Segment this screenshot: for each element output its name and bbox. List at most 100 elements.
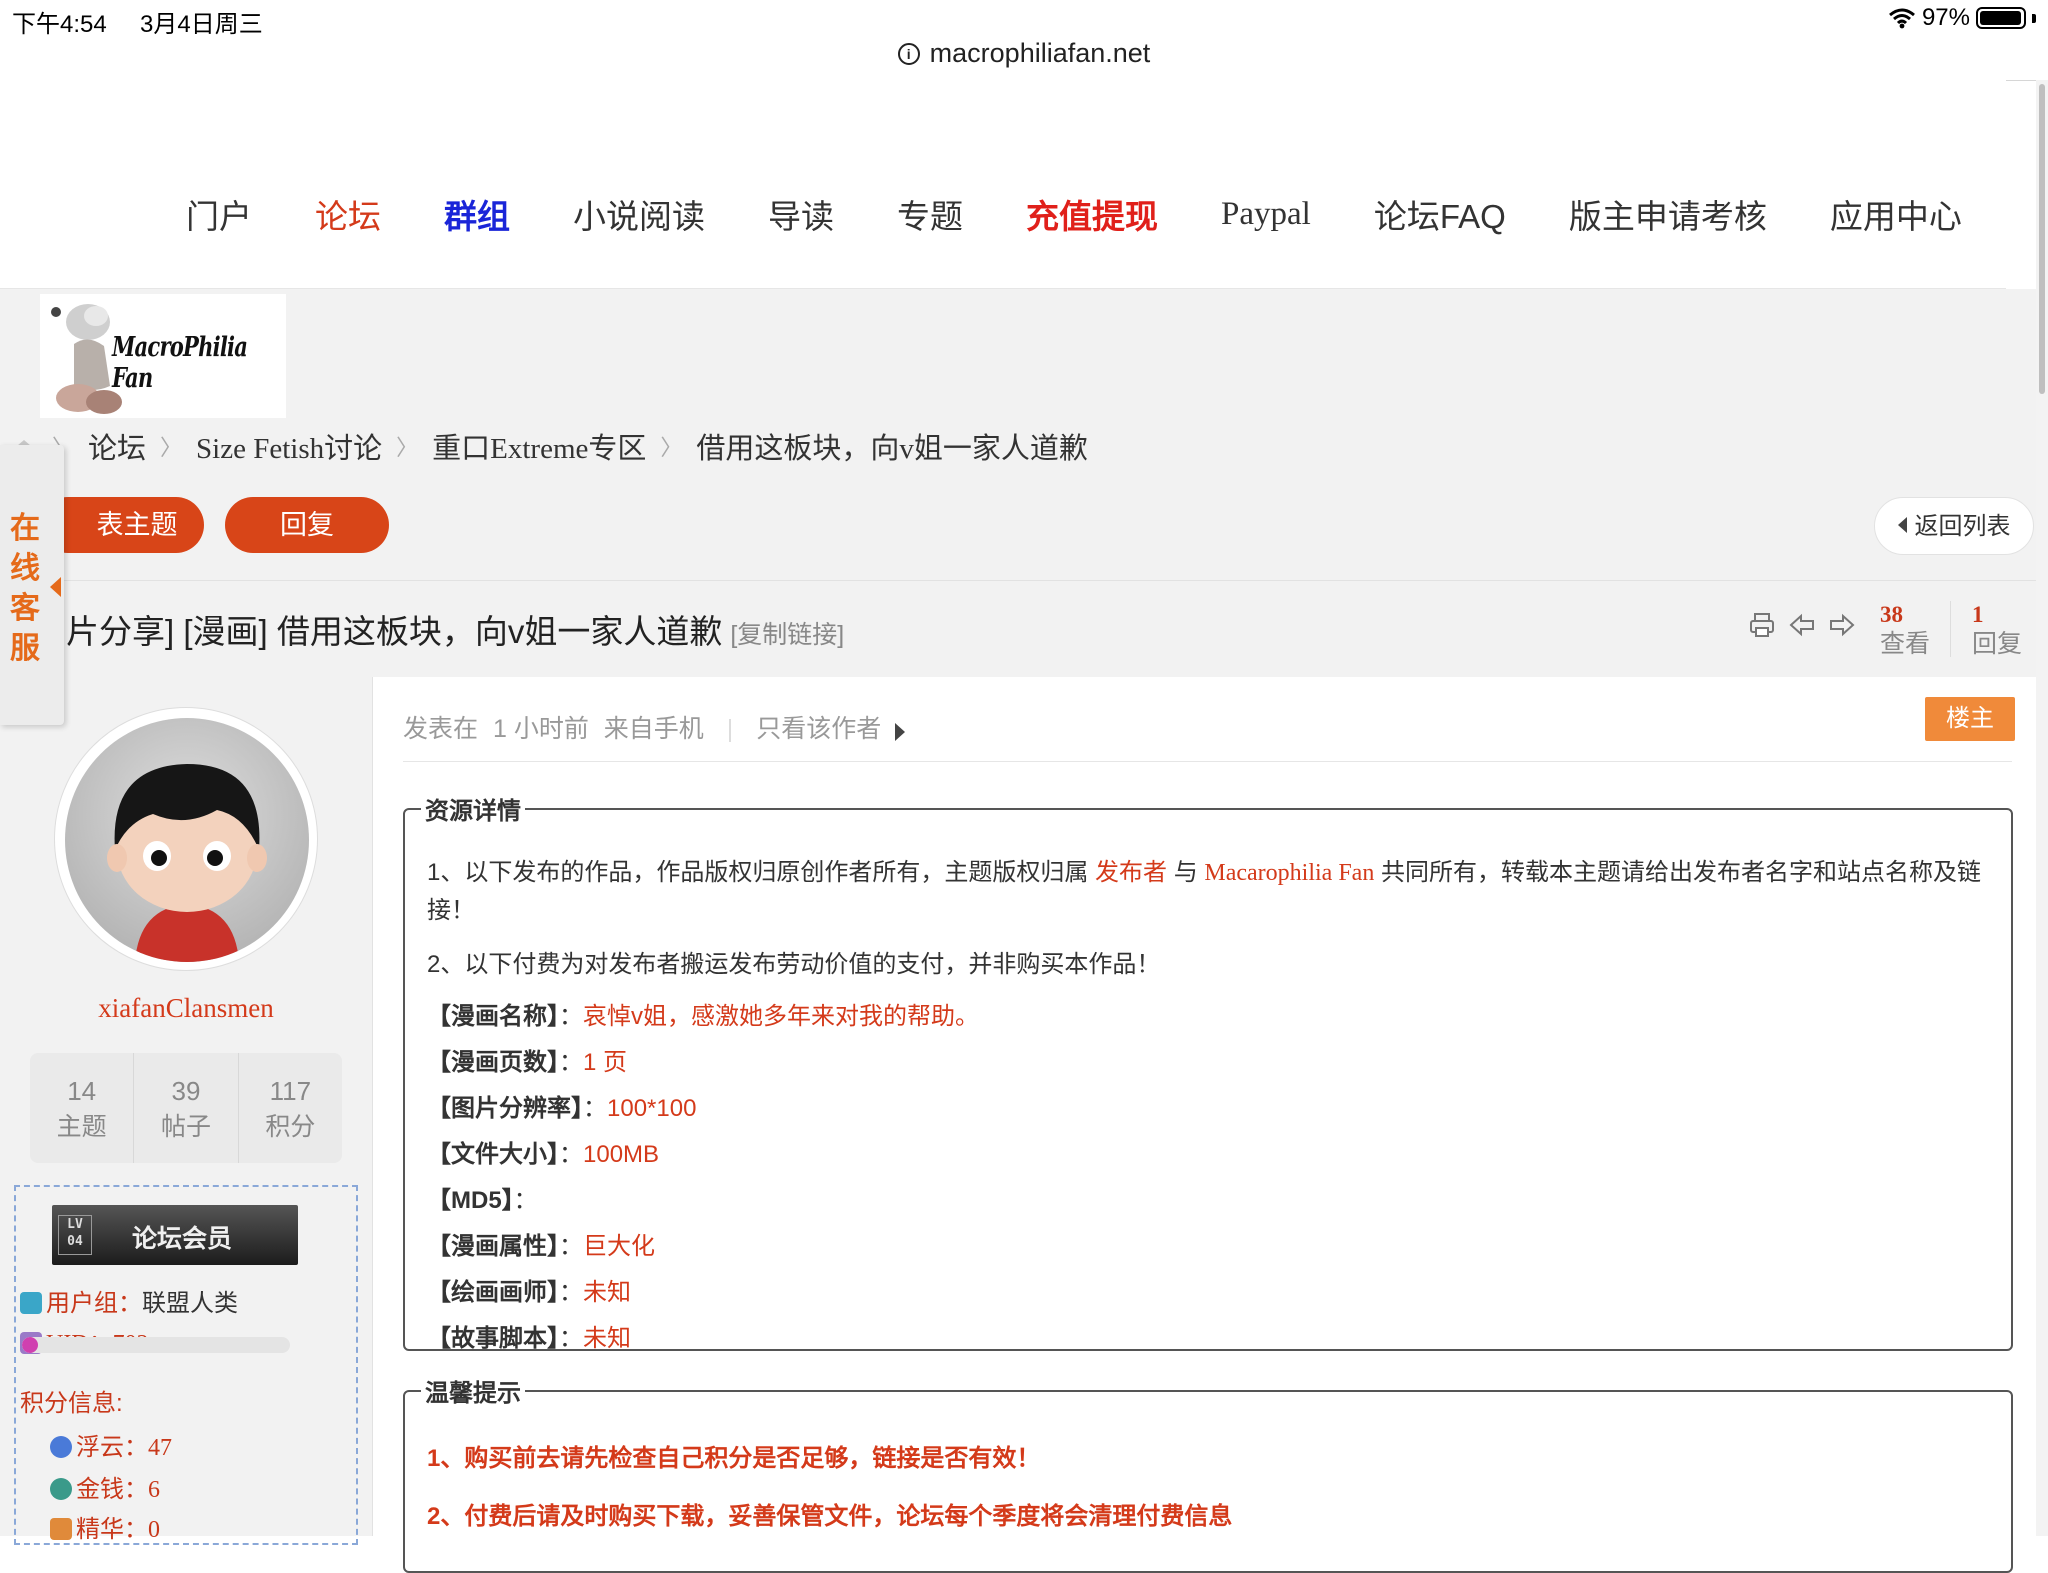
fuyun-label: 浮云： — [76, 1435, 148, 1461]
nav-item-4[interactable]: 导读 — [768, 190, 834, 238]
nav-item-9[interactable]: 版主申请考核 — [1569, 190, 1767, 238]
info-icon[interactable]: i — [897, 43, 920, 65]
nav-item-5[interactable]: 专题 — [897, 190, 963, 238]
site-link[interactable]: Macarophilia Fan — [1204, 860, 1374, 886]
money-label: 金钱： — [76, 1477, 148, 1503]
avatar-cartoon-icon — [107, 764, 267, 962]
url-text[interactable]: macrophiliafan.net — [930, 38, 1151, 68]
nav-item-2[interactable]: 群组 — [444, 190, 510, 238]
tip-2: 2、付费后请及时购买下载，妥善保管文件，论坛每个季度将会清理付费信息 — [427, 1503, 1233, 1530]
avatar[interactable] — [65, 718, 309, 962]
back-to-list-button[interactable]: 返回列表 — [1874, 497, 2034, 555]
author-name[interactable]: xiafanClansmen — [0, 993, 372, 1024]
reply-button[interactable]: 回复 — [225, 497, 389, 553]
replies-label: 回复 — [1972, 630, 2023, 658]
money-line: 金钱：6 — [50, 1469, 160, 1504]
replies-stat: 1 回复 — [1972, 601, 2022, 659]
nav-item-10[interactable]: 应用中心 — [1830, 190, 1962, 238]
status-date: 3月4日周三 — [140, 11, 263, 38]
stat-threads-num: 14 — [67, 1076, 97, 1106]
breadcrumb-extreme[interactable]: 重口Extreme专区 — [432, 425, 646, 467]
fuyun-value: 47 — [148, 1435, 172, 1461]
fuyun-line: 浮云：47 — [50, 1427, 172, 1462]
thread-title: 片分享] [漫画] 借用这板块，向v姐一家人道歉 [复制链接] — [66, 605, 844, 653]
resource-field-value: 未知 — [583, 1325, 631, 1352]
member-info-box: LV 04 论坛会员 用户组：联盟人类 UID：702 积分信息: 浮云：47 … — [14, 1185, 358, 1545]
back-to-list-label: 返回列表 — [1914, 513, 2011, 540]
money-value: 6 — [148, 1477, 160, 1503]
publisher-link[interactable]: 发布者 — [1095, 859, 1167, 886]
post-meta: 发表在 1 小时前 来自手机 | 只看该作者 — [403, 709, 906, 745]
resource-details-title: 资源详情 — [425, 798, 521, 825]
status-time: 下午4:54 — [12, 11, 107, 38]
copyright-paragraph: 1、以下发布的作品，作品版权归原创作者所有，主题版权归属 发布者 与 Macar… — [427, 854, 1985, 930]
breadcrumb-forum[interactable]: 论坛 — [88, 425, 146, 467]
payment-paragraph: 2、以下付费为对发布者搬运发布劳动价值的支付，并非购买本作品！ — [427, 951, 1161, 978]
stat-posts[interactable]: 39 帖子 — [134, 1053, 239, 1163]
level-progress-bar — [22, 1337, 290, 1353]
nav-item-6[interactable]: 充值提现 — [1026, 190, 1158, 238]
print-icon[interactable] — [1748, 611, 1776, 639]
resource-field-label: 【漫画页数】 — [427, 1049, 559, 1076]
top-nav: 门户 论坛 群组 小说阅读 导读 专题 充值提现 Paypal 论坛FAQ 版主申请考核 应用中心 — [0, 80, 2006, 289]
thread-title-bar: 片分享] [漫画] 借用这板块，向v姐一家人道歉 [复制链接] 38 查看 1 回… — [0, 580, 2036, 678]
collapse-arrow-icon[interactable] — [50, 577, 61, 597]
resource-field: 【MD5】： — [427, 1187, 538, 1214]
jinghua-line: 精华：0 — [50, 1509, 160, 1544]
resource-field-value: 巨大化 — [583, 1233, 655, 1260]
resource-field-label: 【漫画属性】 — [427, 1233, 559, 1260]
views-stat: 38 查看 — [1880, 601, 1930, 659]
stat-threads[interactable]: 14 主题 — [30, 1053, 135, 1163]
resource-field: 【漫画页数】：1 页 — [427, 1049, 628, 1076]
resource-field-label: 【图片分辨率】 — [427, 1095, 583, 1122]
coin-icon — [50, 1478, 72, 1500]
avatar-frame[interactable] — [54, 707, 318, 971]
site-logo[interactable]: MacroPhilia Fan — [40, 294, 286, 418]
wifi-icon — [1888, 8, 1915, 29]
tips-title: 温馨提示 — [425, 1380, 521, 1407]
copy-link[interactable]: [复制链接] — [730, 621, 844, 649]
tip-1: 1、购买前去请先检查自己积分是否足够，链接是否有效！ — [427, 1445, 1041, 1472]
user-group-label: 用户组： — [46, 1290, 142, 1317]
views-label: 查看 — [1880, 630, 1931, 658]
nav-items: 门户 论坛 群组 小说阅读 导读 专题 充值提现 Paypal 论坛FAQ 版主申请考核 应用中心 — [186, 190, 2025, 238]
stat-threads-label: 主题 — [56, 1113, 107, 1141]
online-service-tab[interactable]: 在线客服 — [0, 445, 64, 725]
resource-field-label: 【绘画画师】 — [427, 1279, 559, 1306]
jinghua-value: 0 — [148, 1517, 160, 1543]
resource-field: 【故事脚本】：未知 — [427, 1325, 631, 1352]
resource-field-value: 哀悼v姐，感激她多年来对我的帮助。 — [583, 1003, 979, 1030]
user-group-value[interactable]: 联盟人类 — [142, 1290, 238, 1317]
resource-field-label: 【MD5】 — [427, 1187, 514, 1214]
resource-field: 【漫画名称】：哀悼v姐，感激她多年来对我的帮助。 — [427, 1003, 979, 1030]
posted-time: 1 小时前 — [492, 715, 589, 743]
back-arrow-icon — [1897, 517, 1907, 533]
tips-box: 温馨提示 1、购买前去请先检查自己积分是否足够，链接是否有效！ 2、付费后请及时… — [403, 1373, 2013, 1573]
prev-thread-icon[interactable] — [1788, 611, 1816, 639]
address-bar[interactable]: i macrophiliafan.net — [0, 36, 2048, 81]
nav-item-3[interactable]: 小说阅读 — [573, 190, 705, 238]
level-progress-fill — [22, 1337, 39, 1353]
nav-item-7[interactable]: Paypal — [1221, 196, 1311, 233]
breadcrumb-thread[interactable]: 借用这板块，向v姐一家人道歉 — [696, 425, 1088, 467]
stat-credits[interactable]: 117 积分 — [239, 1053, 342, 1163]
only-author-link[interactable]: 只看该作者 — [756, 715, 881, 743]
nav-item-8[interactable]: 论坛FAQ — [1374, 190, 1506, 238]
nav-item-0[interactable]: 门户 — [186, 190, 252, 238]
resource-field-label: 【文件大小】 — [427, 1141, 559, 1168]
resource-field-value: 100MB — [583, 1141, 660, 1168]
scrollbar-thumb[interactable] — [2039, 84, 2045, 394]
author-stats: 14 主题 39 帖子 117 积分 — [30, 1053, 342, 1163]
nav-item-1[interactable]: 论坛 — [315, 190, 381, 238]
next-thread-icon[interactable] — [1828, 611, 1856, 639]
heart-icon — [20, 1292, 42, 1314]
resource-field-value: 100*100 — [607, 1095, 697, 1122]
p1-and: 与 — [1173, 859, 1198, 886]
p1-text: 1、以下发布的作品，作品版权归原创作者所有，主题版权归属 — [427, 859, 1089, 886]
gift-icon — [50, 1518, 72, 1540]
user-group-line: 用户组：联盟人类 — [20, 1283, 238, 1318]
floor-badge[interactable]: 楼主 — [1925, 697, 2015, 741]
member-level-badge: LV 04 论坛会员 — [52, 1205, 298, 1265]
breadcrumb-size-fetish[interactable]: Size Fetish讨论 — [196, 425, 382, 467]
new-thread-button[interactable]: 表主题 — [40, 497, 204, 553]
